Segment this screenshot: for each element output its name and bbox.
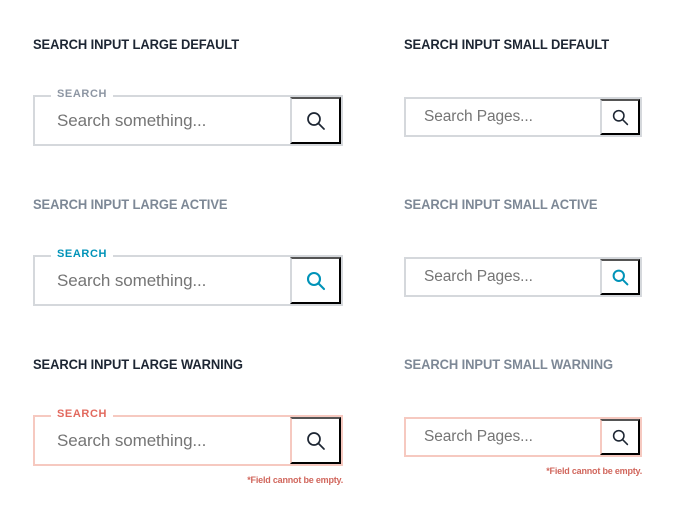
search-icon [305,270,327,292]
floating-label: SEARCH [51,89,114,100]
search-input-area[interactable] [406,419,600,455]
error-message: *Field cannot be empty. [247,475,343,485]
search-input[interactable] [57,270,276,291]
search-input-area[interactable] [35,417,290,464]
variant-heading: SEARCH INPUT LARGE WARNING [33,357,243,372]
search-input-area[interactable] [406,259,600,295]
search-icon [305,430,327,452]
floating-label: SEARCH [51,249,114,260]
search-field-wrapper: SEARCH [33,249,343,306]
search-submit-button[interactable] [290,97,341,144]
search-input-area[interactable] [35,97,290,144]
search-field[interactable] [404,417,642,457]
component-sheet: SEARCH INPUT LARGE DEFAULT SEARCH Search… [0,0,700,514]
search-input[interactable] [57,110,276,131]
search-submit-button[interactable] [600,99,640,135]
search-field[interactable]: SEARCH [33,89,343,146]
search-field-wrapper: *Field cannot be empty. [404,417,642,476]
search-input-area[interactable] [35,257,290,304]
search-submit-button[interactable] [290,257,341,304]
search-icon [611,268,630,287]
search-field[interactable]: SEARCH [33,249,343,306]
variant-heading: SEARCH INPUT SMALL WARNING [404,357,613,372]
variant-large-warning: SEARCH INPUT LARGE WARNING SEARCH *Field… [33,357,345,485]
search-field-wrapper: SEARCH [33,89,343,146]
search-input[interactable] [424,268,586,286]
search-input-area[interactable] [406,99,600,135]
variant-large-default: SEARCH INPUT LARGE DEFAULT SEARCH [33,37,345,146]
variant-heading: SEARCH INPUT SMALL ACTIVE [404,197,598,212]
error-message: *Field cannot be empty. [546,466,642,476]
search-submit-button[interactable] [600,419,640,455]
variant-large-active: SEARCH INPUT LARGE ACTIVE SEARCH [33,197,345,306]
variant-heading: SEARCH INPUT LARGE ACTIVE [33,197,228,212]
search-submit-button[interactable] [290,417,341,464]
variant-small-default: SEARCH INPUT SMALL DEFAULT [404,37,644,137]
search-field-wrapper [404,257,642,297]
variant-heading: SEARCH INPUT SMALL DEFAULT [404,37,610,52]
search-field[interactable] [404,97,642,137]
search-input[interactable] [424,108,586,126]
floating-label: SEARCH [51,409,114,420]
search-submit-button[interactable] [600,259,640,295]
search-field-wrapper [404,97,642,137]
search-icon [611,108,630,127]
search-field[interactable] [404,257,642,297]
search-input[interactable] [424,428,586,446]
search-icon [611,428,630,447]
variant-small-warning: SEARCH INPUT SMALL WARNING *Field cannot… [404,357,644,476]
search-field-wrapper: SEARCH *Field cannot be empty. [33,409,343,485]
search-field[interactable]: SEARCH [33,409,343,466]
search-icon [305,110,327,132]
search-input[interactable] [57,430,276,451]
variant-small-active: SEARCH INPUT SMALL ACTIVE [404,197,644,297]
variant-heading: SEARCH INPUT LARGE DEFAULT [33,37,240,52]
